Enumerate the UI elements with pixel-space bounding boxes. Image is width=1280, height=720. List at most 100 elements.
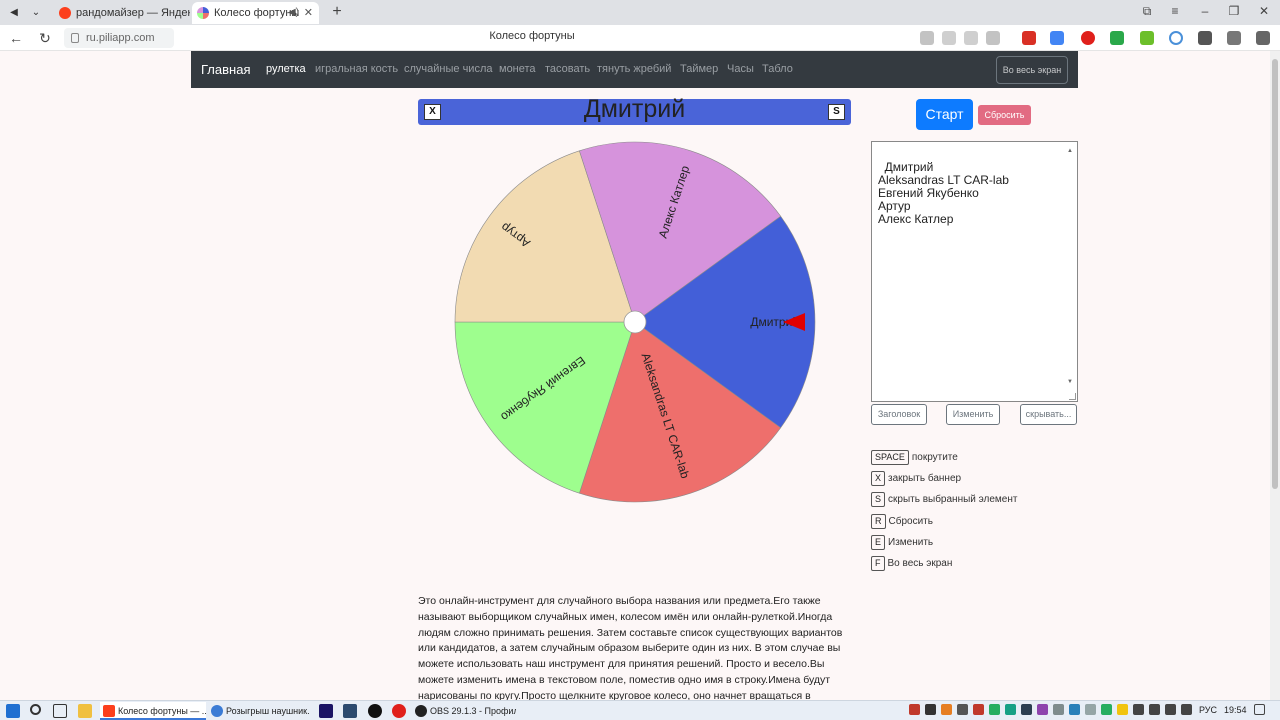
download-ext-icon[interactable] — [1140, 31, 1154, 45]
translate-icon[interactable] — [1050, 31, 1064, 45]
nav-link-clock[interactable]: Часы — [727, 63, 754, 75]
shield-ext-icon[interactable] — [1198, 31, 1212, 45]
audio-icon[interactable]: ◀) — [288, 2, 299, 24]
tray-icon[interactable] — [957, 704, 968, 715]
tray-icon[interactable] — [1005, 704, 1016, 715]
hide-button[interactable]: скрывать... — [1020, 404, 1077, 425]
wheel-hub — [623, 310, 647, 334]
tray-icon[interactable] — [941, 704, 952, 715]
reset-button[interactable]: Сбросить — [978, 105, 1031, 125]
opera-icon[interactable] — [392, 704, 406, 718]
tray-icon[interactable] — [925, 704, 936, 715]
record-icon[interactable] — [368, 704, 382, 718]
nav-brand[interactable]: Главная — [201, 62, 250, 77]
tab-list-icon[interactable]: ⌄ — [26, 4, 46, 21]
tray-icon[interactable] — [1117, 704, 1128, 715]
microphone-icon[interactable] — [1133, 704, 1144, 715]
headphones-icon[interactable] — [942, 31, 956, 45]
gmail-icon[interactable] — [1022, 31, 1036, 45]
menu-icon[interactable]: ≡ — [1165, 4, 1185, 18]
reload-icon[interactable]: ↻ — [36, 29, 54, 47]
premiere-icon[interactable] — [319, 704, 333, 718]
edit-button[interactable]: Изменить — [946, 404, 1000, 425]
scrollbar-thumb[interactable] — [1272, 59, 1278, 489]
tray-icon[interactable] — [1101, 704, 1112, 715]
taskbar-app-label: Колесо фортуны — ... — [118, 706, 206, 716]
downloads-icon[interactable] — [1256, 31, 1270, 45]
url-field[interactable]: ru.piliapp.com — [64, 28, 174, 48]
page-title: Колесо фортуны — [489, 30, 575, 42]
new-tab-icon[interactable]: + — [328, 3, 346, 21]
explorer-icon[interactable] — [78, 704, 92, 718]
circle-ext-icon[interactable] — [1169, 31, 1183, 45]
minimize-icon[interactable]: – — [1195, 4, 1215, 18]
back-icon[interactable]: ← — [7, 29, 25, 47]
start-button[interactable]: Старт — [916, 99, 973, 130]
nav-link-scoreboard[interactable]: Табло — [762, 63, 793, 75]
nav-link-shuffle[interactable]: тасовать — [545, 63, 590, 75]
start-menu-icon[interactable] — [6, 704, 20, 718]
close-banner-button[interactable]: X — [424, 104, 441, 120]
bookmarks-icon[interactable]: ⧉ — [1137, 4, 1157, 19]
hotkey-label: закрыть баннер — [888, 473, 962, 484]
lock-icon — [71, 33, 79, 43]
fortune-wheel[interactable]: ДмитрийAleksandras LT CAR-labЕвгений Яку… — [450, 137, 820, 507]
tray-icon[interactable] — [1053, 704, 1064, 715]
search-icon[interactable] — [30, 704, 41, 715]
task-view-icon[interactable] — [53, 704, 67, 718]
hotkey-label: покрутите — [911, 452, 958, 463]
hide-winner-button[interactable]: S — [828, 104, 845, 120]
maximize-icon[interactable]: ❐ — [1224, 4, 1244, 18]
hotkey-label: Сбросить — [888, 516, 933, 527]
close-window-icon[interactable]: ✕ — [1254, 4, 1274, 18]
tray-icon[interactable] — [1069, 704, 1080, 715]
tray-icon[interactable] — [973, 704, 984, 715]
tray-icon[interactable] — [1085, 704, 1096, 715]
extensions-icon[interactable] — [920, 31, 934, 45]
hotkey-key: X — [871, 471, 886, 486]
nav-link-roulette[interactable]: рулетка — [266, 63, 306, 75]
nav-link-random-numbers[interactable]: случайные числа — [404, 63, 492, 75]
tab-wheel[interactable]: Колесо фортуны ◀) ✕ — [192, 2, 319, 24]
bookmark-icon[interactable] — [986, 31, 1000, 45]
address-bar: ← ↻ ru.piliapp.com Колесо фортуны — [0, 25, 1280, 51]
nav-link-coin[interactable]: монета — [499, 63, 536, 75]
tab-yandex[interactable]: рандомайзер — Яндекс: н — [54, 2, 190, 24]
url-text: ru.piliapp.com — [86, 32, 155, 44]
keyboard-language[interactable]: РУС — [1199, 705, 1217, 715]
mixer-icon[interactable] — [343, 704, 357, 718]
names-textarea[interactable]: Дмитрий Aleksandras LT CAR-lab Евгений Я… — [871, 141, 1078, 402]
collections-icon[interactable] — [1227, 31, 1241, 45]
taskbar-app-browser[interactable]: Колесо фортуны — ... — [100, 702, 206, 720]
reader-icon[interactable] — [964, 31, 978, 45]
network-icon[interactable] — [1149, 704, 1160, 715]
page-scrollbar[interactable] — [1270, 51, 1280, 700]
scroll-up-icon[interactable]: ▲ — [1067, 145, 1073, 158]
tray-icon[interactable] — [1037, 704, 1048, 715]
extension-green-icon[interactable] — [1110, 31, 1124, 45]
hotkey-s: Sскрыть выбранный элемент — [871, 492, 1017, 507]
battery-icon[interactable] — [1181, 704, 1192, 715]
resize-handle-icon[interactable] — [1069, 393, 1076, 400]
clock[interactable]: 19:54 — [1224, 705, 1247, 715]
tray-icon[interactable] — [1021, 704, 1032, 715]
scroll-down-icon[interactable]: ▼ — [1067, 376, 1073, 389]
notifications-icon[interactable] — [1254, 704, 1265, 715]
nav-link-dice[interactable]: игральная кость — [315, 63, 398, 75]
taskbar-app-obs[interactable]: OBS 29.1.3 - Профил... — [412, 702, 516, 720]
fullscreen-button[interactable]: Во весь экран — [996, 56, 1068, 84]
taskbar-app-giveaway[interactable]: Розыгрыш наушник... — [208, 702, 310, 720]
volume-icon[interactable] — [1165, 704, 1176, 715]
hotkey-key: SPACE — [871, 450, 909, 465]
speaker-icon[interactable]: ◀ — [4, 4, 24, 21]
close-tab-icon[interactable]: ✕ — [304, 2, 313, 24]
nav-link-draw-lots[interactable]: тянуть жребий — [597, 63, 671, 75]
tray-icon[interactable] — [989, 704, 1000, 715]
title-button[interactable]: Заголовок — [871, 404, 927, 425]
nav-link-timer[interactable]: Таймер — [680, 63, 718, 75]
extension-red-icon[interactable] — [1081, 31, 1095, 45]
tray-icon[interactable] — [909, 704, 920, 715]
hotkey-x: Xзакрыть баннер — [871, 471, 961, 486]
names-text: Дмитрий Aleksandras LT CAR-lab Евгений Я… — [878, 160, 1009, 226]
yandex-browser-icon — [103, 705, 115, 717]
